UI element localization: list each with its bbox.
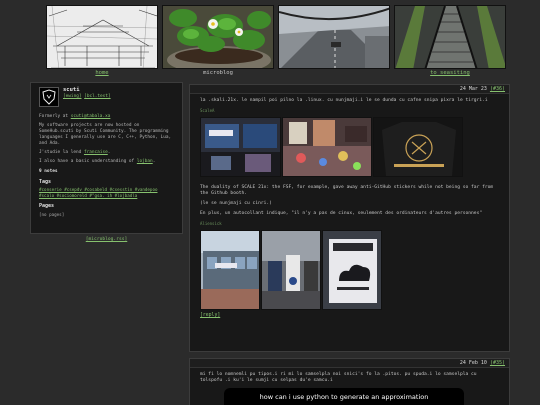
studio-text: J'studie la lend [39,149,82,155]
video-title: how can i use python to generate an appr… [259,393,429,402]
image-row-1 [200,116,499,177]
video-embed[interactable]: how can i use python to generate an appr… [224,388,464,405]
post-date: 24 Mar 23 [459,86,487,92]
notes-count: 9 notes [39,168,58,174]
gallery-image-plant[interactable] [162,5,274,69]
gallery-item-home[interactable]: home [46,5,158,79]
post-text: la .skali.21x. le nampil poi pilno la .l… [200,98,488,103]
post-text: En plus, un autocollant indique, "il n'y… [200,211,483,217]
post-35: 24 Feb 10 (#35) mi fi lo nomnemli pu tip… [189,358,510,405]
gallery-caption[interactable]: home [46,70,158,77]
tags-list[interactable]: #conserie #csepdv #cosabeld #csesstin #v… [39,187,174,198]
gallery-caption[interactable]: to seasiting [394,70,506,77]
bio-text: Formerly at scuti@tabala.xa [39,114,174,120]
booth-photo[interactable] [200,116,281,177]
pages-list: [no pages] [39,212,65,218]
rss-link[interactable]: [microblog.rss] [30,237,183,243]
gallery-caption: microblog [203,70,233,76]
post-permalink[interactable]: (#36) [490,86,505,92]
profile-sidebar: scuti [ewing] [bcl.test] Formerly at scu… [30,82,183,234]
post-date: 24 Feb 10 [459,360,487,366]
profile-link-bcl[interactable]: [bcl.test] [84,94,110,99]
francaise-link[interactable]: francaise [84,150,108,155]
lojban-text: I also have a basic understanding of loj… [39,158,156,164]
gallery-item-microblog[interactable]: microblog [162,5,274,79]
tshirt-photo[interactable] [373,116,463,177]
gallery-item-roadmap[interactable] [278,5,390,79]
post-text: The duality of SCALE 21x: the FSF, for e… [200,184,494,196]
bio-prefix: Formerly at [39,114,71,119]
reply-link[interactable]: [reply] [200,313,499,319]
image-alt-text: Aliensick [200,221,222,227]
convention-center-photo[interactable] [200,229,260,310]
shield-icon [42,89,56,105]
tags-heading: Tags [39,178,52,185]
image-row-2 [200,229,499,310]
lojban-link[interactable]: lojban [137,159,153,164]
post-36: 24 Mar 23 (#36) la .skali.21x. le nampil… [189,84,510,352]
hall-photo[interactable] [261,229,321,310]
language-text: J'studie la lend francaise. [39,149,111,155]
post-header: 24 Mar 23 (#36) [190,85,509,94]
cloud-sticker-photo[interactable] [322,229,382,310]
post-permalink[interactable]: (#35) [490,360,505,366]
pages-heading: Pages [39,202,55,209]
lojban-prefix: I also have a basic understanding of [39,158,135,164]
bio-link[interactable]: scuti@tabala.xa [71,114,111,119]
post-header: 24 Feb 10 (#35) [190,359,509,368]
profile-link-ewing[interactable]: [ewing] [63,94,82,99]
profile-header: scuti [ewing] [bcl.test] [39,87,174,111]
gallery-image-sketch[interactable] [46,5,158,69]
gallery-image-escalator[interactable] [394,5,506,69]
gallery-image-highway[interactable] [278,5,390,69]
photo-gallery: home microblog to seasiting [46,5,508,79]
gallery-item-seasiting[interactable]: to seasiting [394,5,506,79]
post-text: mi fi lo nomnemli pu tipos.i ri mi lo sa… [200,372,477,384]
post-text: (le se nunjmaji cu cinri.) [200,200,272,206]
stickers-table-photo[interactable] [282,116,372,177]
avatar[interactable] [39,87,59,107]
projects-text: My software projects are now hosted on S… [39,122,172,146]
image-alt-text: ScaleA [200,108,215,114]
